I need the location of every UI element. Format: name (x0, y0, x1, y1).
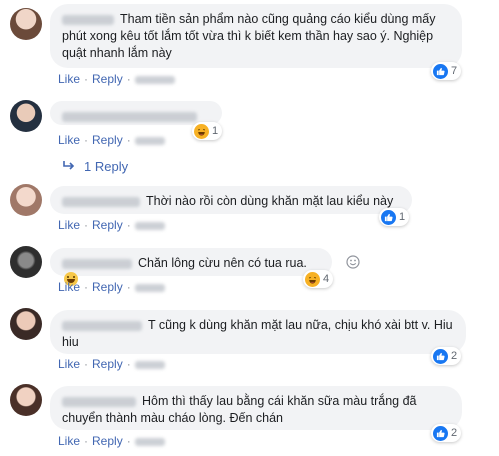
reply-arrow-icon (63, 161, 75, 170)
comment-time[interactable] (134, 437, 165, 446)
avatar[interactable] (10, 384, 42, 416)
reaction-count: 7 (451, 65, 458, 77)
view-replies[interactable]: 1 Reply (62, 158, 128, 176)
like-icon (433, 425, 448, 441)
reaction-count: 2 (451, 350, 458, 362)
comment-time[interactable] (134, 283, 165, 292)
comment-actions: Like · Reply · (58, 433, 171, 449)
reply-link[interactable]: Reply (92, 72, 123, 86)
commenter-name[interactable] (62, 396, 136, 407)
comment-time[interactable] (134, 75, 175, 84)
emoji-icon[interactable] (346, 255, 360, 269)
like-icon (381, 209, 396, 225)
like-link[interactable]: Like (58, 72, 80, 86)
comment-bubble: Thời nào rồi còn dùng khăn mặt lau kiểu … (50, 186, 412, 214)
reply-link[interactable]: Reply (92, 218, 123, 232)
like-link[interactable]: Like (58, 280, 80, 294)
reactions-count[interactable]: 4 (303, 270, 334, 288)
like-link[interactable]: Like (58, 434, 80, 448)
comment-actions: Like · Reply · (58, 132, 171, 148)
like-icon (433, 63, 448, 79)
reply-link[interactable]: Reply (92, 280, 123, 294)
reactions-count[interactable]: 7 (431, 62, 462, 80)
like-icon (433, 348, 448, 364)
avatar[interactable] (10, 8, 42, 40)
reply-link[interactable]: Reply (92, 357, 123, 371)
reply-link[interactable]: Reply (92, 434, 123, 448)
reactions-count[interactable]: 1 (192, 122, 223, 140)
reactions-count[interactable]: 2 (431, 347, 462, 365)
avatar[interactable] (10, 246, 42, 278)
like-link[interactable]: Like (58, 133, 80, 147)
commenter-name[interactable] (62, 111, 197, 122)
reaction-count: 4 (323, 273, 330, 285)
comment-text: Chăn lông cừu nên có tua rua. (138, 256, 307, 270)
reaction-count: 1 (399, 211, 406, 223)
comment-actions: Like · Reply · (58, 279, 171, 295)
comment-bubble: Hôm thì thấy lau bằng cái khăn sữa màu t… (50, 386, 462, 430)
like-link[interactable]: Like (58, 218, 80, 232)
avatar[interactable] (10, 184, 42, 216)
comment-actions: Like · Reply · (58, 71, 181, 87)
comment-text: Thời nào rồi còn dùng khăn mặt lau kiểu … (146, 194, 394, 208)
commenter-name[interactable] (62, 14, 114, 25)
reactions-count[interactable]: 1 (379, 208, 410, 226)
replies-count-link[interactable]: 1 Reply (84, 159, 128, 174)
comment-bubble: Tham tiền sản phẩm nào cũng quảng cáo ki… (50, 4, 462, 68)
reply-link[interactable]: Reply (92, 133, 123, 147)
avatar[interactable] (10, 308, 42, 340)
haha-icon (194, 123, 209, 139)
commenter-name[interactable] (62, 196, 140, 207)
comment-bubble (50, 101, 222, 125)
comment-bubble: Chăn lông cừu nên có tua rua. (50, 248, 332, 286)
reaction-count: 1 (212, 125, 219, 137)
comment-time[interactable] (134, 136, 165, 145)
avatar[interactable] (10, 100, 42, 132)
comment-time[interactable] (134, 360, 165, 369)
reaction-count: 2 (451, 427, 458, 439)
comment-text: Tham tiền sản phẩm nào cũng quảng cáo ki… (62, 12, 436, 60)
commenter-name[interactable] (62, 320, 142, 331)
comment-actions: Like · Reply · (58, 356, 171, 372)
reactions-count[interactable]: 2 (431, 424, 462, 442)
like-link[interactable]: Like (58, 357, 80, 371)
commenter-name[interactable] (62, 258, 132, 269)
haha-icon (305, 271, 320, 287)
comment-time[interactable] (134, 221, 165, 230)
comment-bubble: T cũng k dùng khăn mặt lau nữa, chịu khó… (50, 310, 466, 354)
comment-actions: Like · Reply · (58, 217, 171, 233)
